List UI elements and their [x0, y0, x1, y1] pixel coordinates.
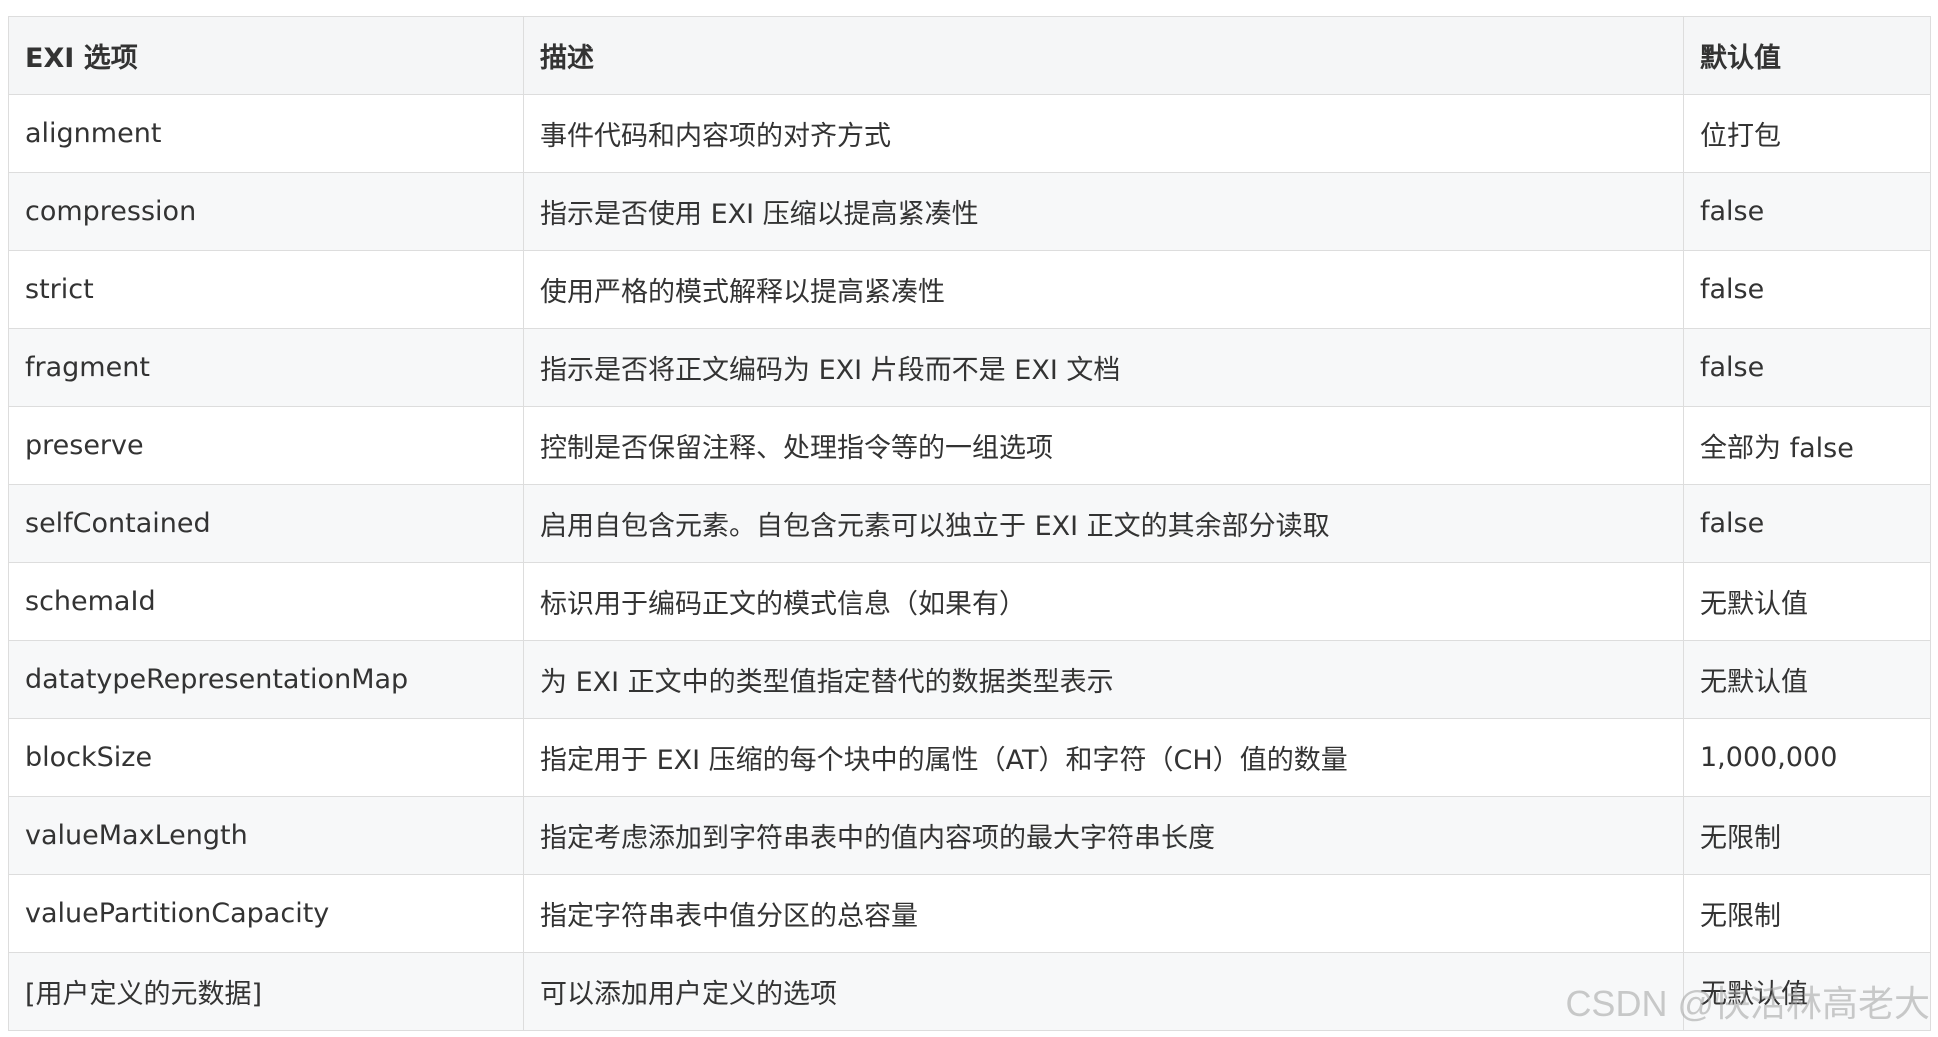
- table-row: valuePartitionCapacity 指定字符串表中值分区的总容量 无限…: [8, 874, 1931, 953]
- table-row: schemaId 标识用于编码正文的模式信息（如果有） 无默认值: [8, 562, 1931, 641]
- header-option: EXI 选项: [8, 16, 524, 95]
- cell-option: preserve: [8, 406, 524, 485]
- cell-option: valueMaxLength: [8, 796, 524, 875]
- cell-option: schemaId: [8, 562, 524, 641]
- table-header-row: EXI 选项 描述 默认值: [8, 16, 1931, 95]
- cell-description: 指定考虑添加到字符串表中的值内容项的最大字符串长度: [523, 796, 1684, 875]
- table-row: fragment 指示是否将正文编码为 EXI 片段而不是 EXI 文档 fal…: [8, 328, 1931, 407]
- table-row: datatypeRepresentationMap 为 EXI 正文中的类型值指…: [8, 640, 1931, 719]
- table-row: preserve 控制是否保留注释、处理指令等的一组选项 全部为 false: [8, 406, 1931, 485]
- options-table-container: EXI 选项 描述 默认值 alignment 事件代码和内容项的对齐方式 位打…: [8, 16, 1931, 1031]
- table-row: strict 使用严格的模式解释以提高紧凑性 false: [8, 250, 1931, 329]
- cell-option: [用户定义的元数据]: [8, 952, 524, 1031]
- cell-default: 全部为 false: [1683, 406, 1931, 485]
- cell-option: strict: [8, 250, 524, 329]
- table-row: alignment 事件代码和内容项的对齐方式 位打包: [8, 94, 1931, 173]
- cell-default: false: [1683, 484, 1931, 563]
- cell-default: 无默认值: [1683, 640, 1931, 719]
- cell-description: 指定字符串表中值分区的总容量: [523, 874, 1684, 953]
- cell-default: 1,000,000: [1683, 718, 1931, 797]
- exi-options-table: EXI 选项 描述 默认值 alignment 事件代码和内容项的对齐方式 位打…: [8, 16, 1931, 1031]
- cell-option: datatypeRepresentationMap: [8, 640, 524, 719]
- cell-option: fragment: [8, 328, 524, 407]
- cell-default: 位打包: [1683, 94, 1931, 173]
- cell-description: 启用自包含元素。自包含元素可以独立于 EXI 正文的其余部分读取: [523, 484, 1684, 563]
- cell-option: selfContained: [8, 484, 524, 563]
- cell-description: 标识用于编码正文的模式信息（如果有）: [523, 562, 1684, 641]
- table-row: compression 指示是否使用 EXI 压缩以提高紧凑性 false: [8, 172, 1931, 251]
- cell-description: 事件代码和内容项的对齐方式: [523, 94, 1684, 173]
- cell-option: alignment: [8, 94, 524, 173]
- cell-option: compression: [8, 172, 524, 251]
- cell-default: 无限制: [1683, 874, 1931, 953]
- cell-description: 使用严格的模式解释以提高紧凑性: [523, 250, 1684, 329]
- table-row: blockSize 指定用于 EXI 压缩的每个块中的属性（AT）和字符（CH）…: [8, 718, 1931, 797]
- header-description: 描述: [523, 16, 1684, 95]
- cell-option: blockSize: [8, 718, 524, 797]
- cell-description: 控制是否保留注释、处理指令等的一组选项: [523, 406, 1684, 485]
- cell-default: 无默认值: [1683, 952, 1931, 1031]
- cell-description: 指示是否使用 EXI 压缩以提高紧凑性: [523, 172, 1684, 251]
- cell-description: 指定用于 EXI 压缩的每个块中的属性（AT）和字符（CH）值的数量: [523, 718, 1684, 797]
- cell-default: 无默认值: [1683, 562, 1931, 641]
- table-row: [用户定义的元数据] 可以添加用户定义的选项 无默认值: [8, 952, 1931, 1031]
- header-default: 默认值: [1683, 16, 1931, 95]
- cell-default: 无限制: [1683, 796, 1931, 875]
- table-row: valueMaxLength 指定考虑添加到字符串表中的值内容项的最大字符串长度…: [8, 796, 1931, 875]
- cell-description: 可以添加用户定义的选项: [523, 952, 1684, 1031]
- cell-description: 指示是否将正文编码为 EXI 片段而不是 EXI 文档: [523, 328, 1684, 407]
- cell-description: 为 EXI 正文中的类型值指定替代的数据类型表示: [523, 640, 1684, 719]
- cell-default: false: [1683, 328, 1931, 407]
- cell-default: false: [1683, 250, 1931, 329]
- table-row: selfContained 启用自包含元素。自包含元素可以独立于 EXI 正文的…: [8, 484, 1931, 563]
- cell-option: valuePartitionCapacity: [8, 874, 524, 953]
- cell-default: false: [1683, 172, 1931, 251]
